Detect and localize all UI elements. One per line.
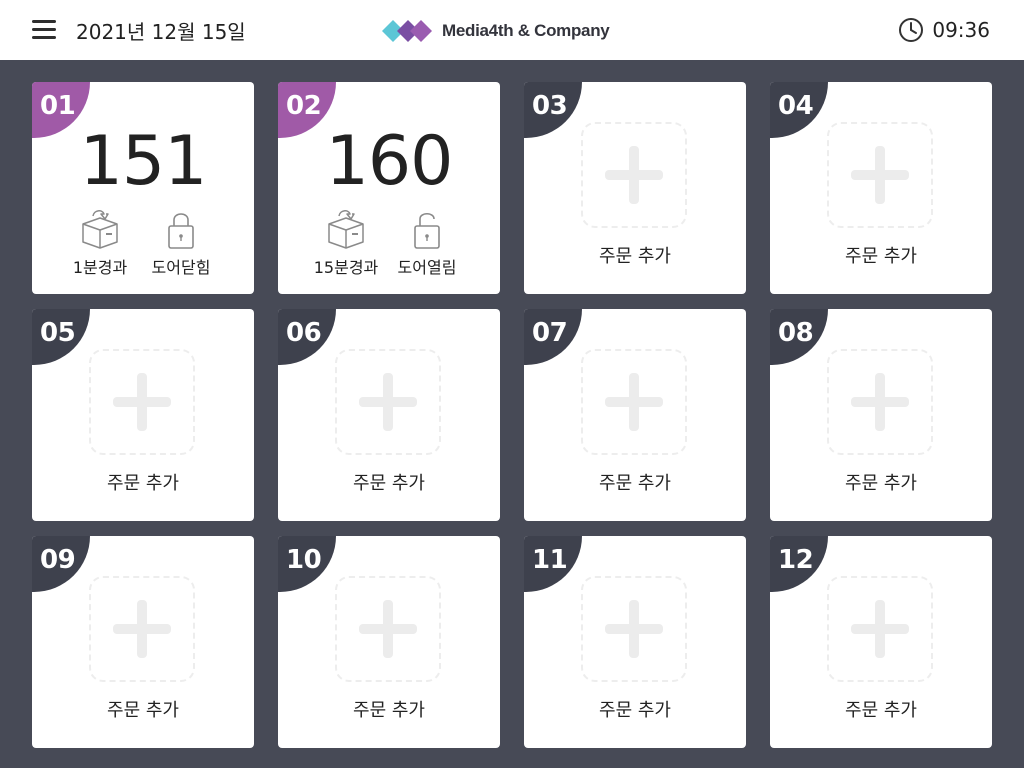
current-date: 2021년 12월 15일 — [76, 20, 246, 44]
clock: 09:36 — [898, 17, 990, 43]
add-order-button[interactable] — [581, 576, 687, 682]
locker-grid: 01 151 1분경과 도어닫힘 02 160 15분경과 도어열림 03 주문 추가 04 주문 추… — [32, 82, 992, 748]
locker-slot[interactable]: 08 주문 추가 — [770, 309, 992, 521]
door-label: 도어닫힘 — [151, 258, 211, 277]
add-order-label: 주문 추가 — [107, 700, 179, 721]
locker-slot[interactable]: 11 주문 추가 — [524, 536, 746, 748]
box-icon — [306, 208, 386, 250]
add-order-label: 주문 추가 — [845, 473, 917, 494]
add-order-label: 주문 추가 — [107, 473, 179, 494]
add-order-button[interactable] — [827, 349, 933, 455]
menu-icon[interactable] — [32, 19, 56, 41]
slot-number-badge: 06 — [278, 309, 336, 365]
slot-number-badge: 11 — [524, 536, 582, 592]
door-status: 도어열림 — [387, 208, 467, 278]
elapsed-label: 15분경과 — [313, 258, 379, 277]
current-time: 09:36 — [932, 18, 990, 42]
slot-number: 11 — [532, 545, 568, 575]
slot-number: 07 — [532, 318, 568, 348]
door-status: 도어닫힘 — [141, 208, 221, 278]
add-order-button[interactable] — [89, 576, 195, 682]
locker-slot[interactable]: 05 주문 추가 — [32, 309, 254, 521]
slot-number: 06 — [286, 318, 322, 348]
slot-number-badge: 05 — [32, 309, 90, 365]
add-order-button[interactable] — [827, 122, 933, 228]
add-order-label: 주문 추가 — [353, 700, 425, 721]
locker-slot[interactable]: 09 주문 추가 — [32, 536, 254, 748]
locker-slot[interactable]: 01 151 1분경과 도어닫힘 — [32, 82, 254, 294]
slot-number: 01 — [40, 91, 76, 121]
add-order-button[interactable] — [335, 349, 441, 455]
slot-number-badge: 03 — [524, 82, 582, 138]
locker-slot[interactable]: 10 주문 추가 — [278, 536, 500, 748]
brand-name: Media4th & Company — [442, 21, 610, 40]
elapsed-label: 1분경과 — [72, 258, 128, 277]
locker-slot[interactable]: 07 주문 추가 — [524, 309, 746, 521]
locker-slot[interactable]: 06 주문 추가 — [278, 309, 500, 521]
slot-number: 04 — [778, 91, 814, 121]
slot-number: 05 — [40, 318, 76, 348]
brand-logo: Media4th & Company — [382, 18, 610, 44]
add-order-label: 주문 추가 — [599, 473, 671, 494]
locker-slot[interactable]: 03 주문 추가 — [524, 82, 746, 294]
box-icon — [60, 208, 140, 250]
slot-number: 10 — [286, 545, 322, 575]
slot-number-badge: 10 — [278, 536, 336, 592]
slot-number-badge: 07 — [524, 309, 582, 365]
slot-number: 09 — [40, 545, 76, 575]
slot-number: 03 — [532, 91, 568, 121]
add-order-label: 주문 추가 — [845, 700, 917, 721]
locker-slot[interactable]: 12 주문 추가 — [770, 536, 992, 748]
slot-number-badge: 09 — [32, 536, 90, 592]
locker-slot[interactable]: 02 160 15분경과 도어열림 — [278, 82, 500, 294]
slot-number-badge: 12 — [770, 536, 828, 592]
add-order-label: 주문 추가 — [599, 700, 671, 721]
elapsed-status: 15분경과 — [306, 208, 386, 278]
add-order-button[interactable] — [335, 576, 441, 682]
add-order-button[interactable] — [89, 349, 195, 455]
slot-number-badge: 04 — [770, 82, 828, 138]
add-order-label: 주문 추가 — [845, 246, 917, 267]
locker-slot[interactable]: 04 주문 추가 — [770, 82, 992, 294]
add-order-label: 주문 추가 — [353, 473, 425, 494]
add-order-button[interactable] — [581, 122, 687, 228]
slot-number: 12 — [778, 545, 814, 575]
slot-number: 08 — [778, 318, 814, 348]
logo-icon — [382, 20, 432, 42]
lock-icon — [141, 208, 221, 250]
unlock-icon — [387, 208, 467, 250]
clock-icon — [899, 18, 924, 42]
slot-number: 02 — [286, 91, 322, 121]
add-order-button[interactable] — [581, 349, 687, 455]
add-order-label: 주문 추가 — [599, 246, 671, 267]
order-number: 160 — [325, 122, 454, 201]
add-order-button[interactable] — [827, 576, 933, 682]
slot-number-badge: 08 — [770, 309, 828, 365]
door-label: 도어열림 — [397, 258, 457, 277]
top-bar: 2021년 12월 15일 Media4th & Company 09:36 — [0, 0, 1024, 60]
order-number: 151 — [79, 122, 208, 201]
elapsed-status: 1분경과 — [60, 208, 140, 278]
